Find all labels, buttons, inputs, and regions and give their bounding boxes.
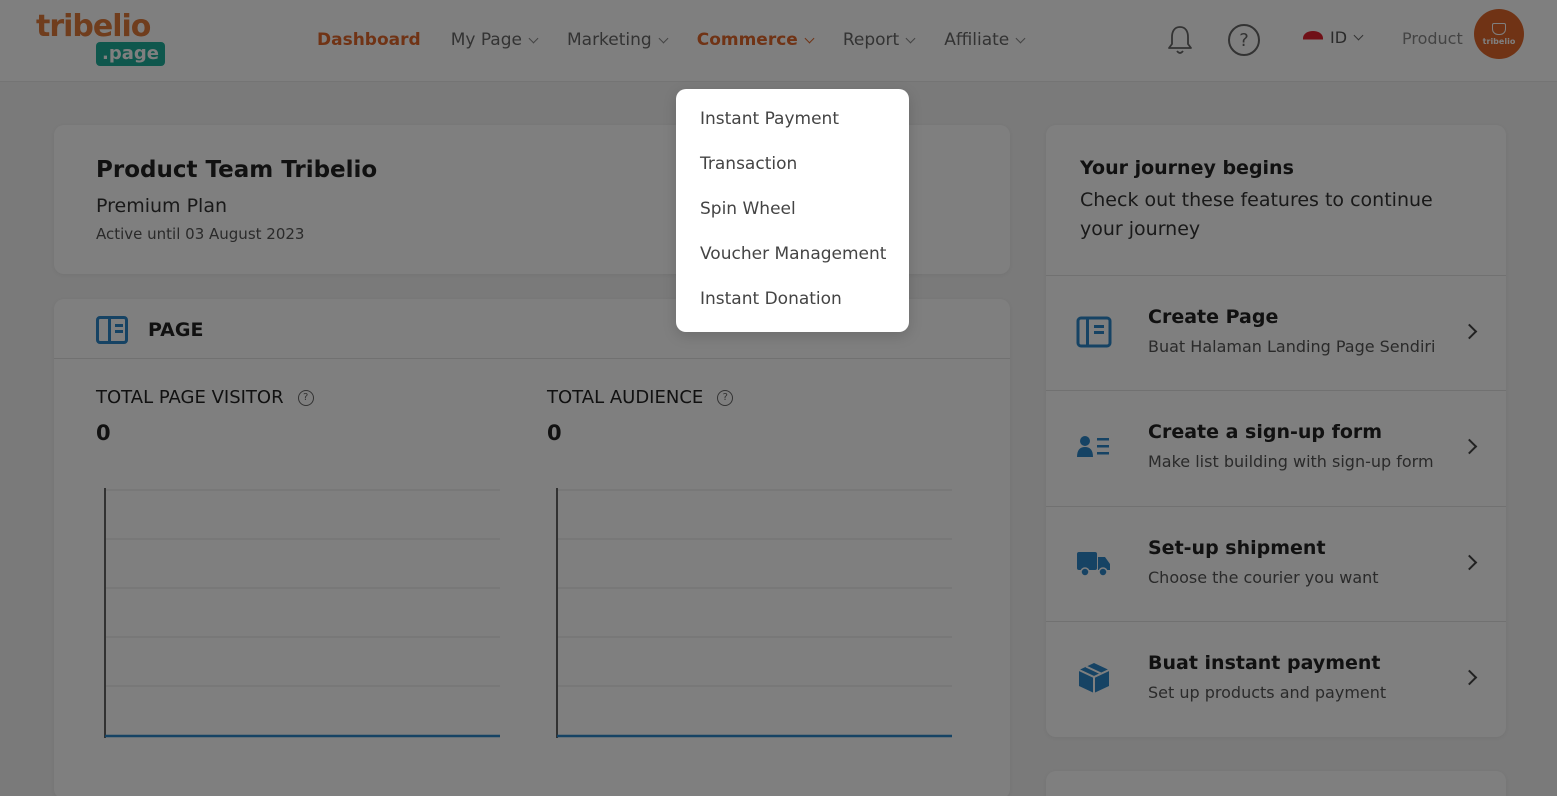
menu-item-instant-donation-label: Instant Donation xyxy=(700,289,842,309)
menu-item-voucher-management[interactable]: Voucher Management xyxy=(700,244,886,264)
menu-item-instant-payment[interactable]: Instant Payment xyxy=(700,109,839,129)
menu-item-transaction[interactable]: Transaction xyxy=(700,154,797,174)
menu-item-instant-donation[interactable]: Instant Donation xyxy=(679,275,901,322)
menu-item-spin-wheel[interactable]: Spin Wheel xyxy=(700,199,796,219)
